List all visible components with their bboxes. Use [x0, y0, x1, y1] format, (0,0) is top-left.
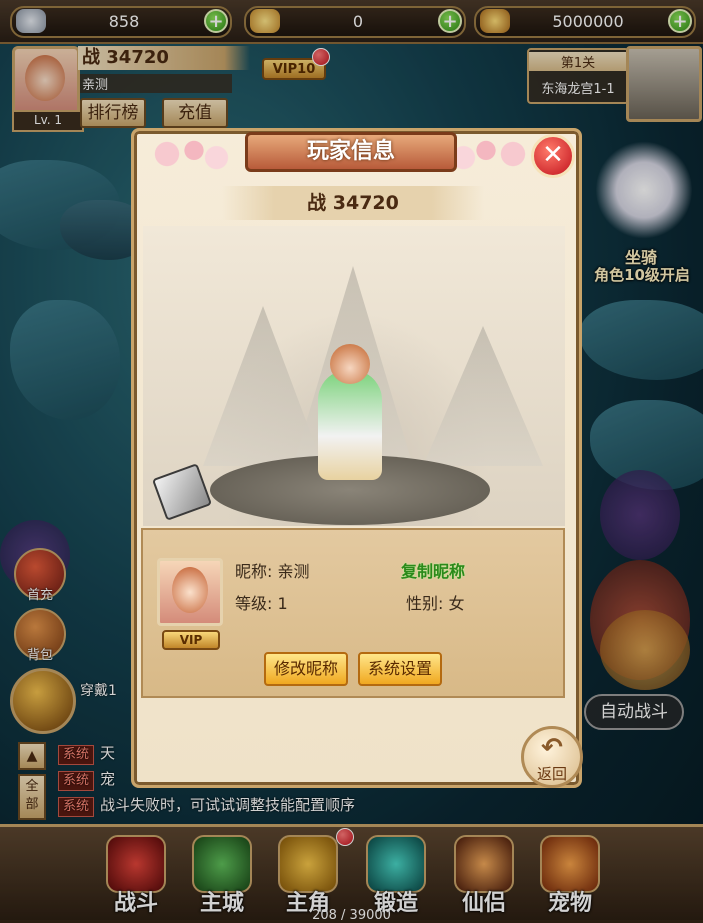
back-button[interactable]: ↶ 返回: [521, 726, 583, 788]
avatar-face: [172, 567, 208, 613]
back-label: 返回: [536, 765, 567, 783]
mountain-decoration: [423, 326, 543, 466]
blossom-decoration: [450, 136, 540, 172]
close-button[interactable]: ✕: [531, 134, 575, 178]
gender-label: 性别: 女: [406, 594, 465, 613]
character-model: [290, 340, 410, 480]
vip-tag: VIP: [162, 630, 220, 650]
blossom-decoration: [140, 136, 230, 172]
nickname-label: 昵称: 亲测: [235, 562, 310, 581]
character-head: [330, 344, 370, 384]
character-body: [318, 370, 382, 480]
level-label: 等级: 1: [235, 594, 288, 613]
player-detail-avatar: [157, 558, 223, 626]
panel-power: 战 34720: [222, 186, 484, 220]
back-arrow-icon: ↶: [541, 733, 563, 763]
copy-nickname-button[interactable]: 复制昵称: [401, 558, 465, 582]
rename-button[interactable]: 修改昵称: [264, 652, 348, 686]
system-settings-button[interactable]: 系统设置: [358, 652, 442, 686]
panel-title: 玩家信息: [245, 132, 457, 172]
